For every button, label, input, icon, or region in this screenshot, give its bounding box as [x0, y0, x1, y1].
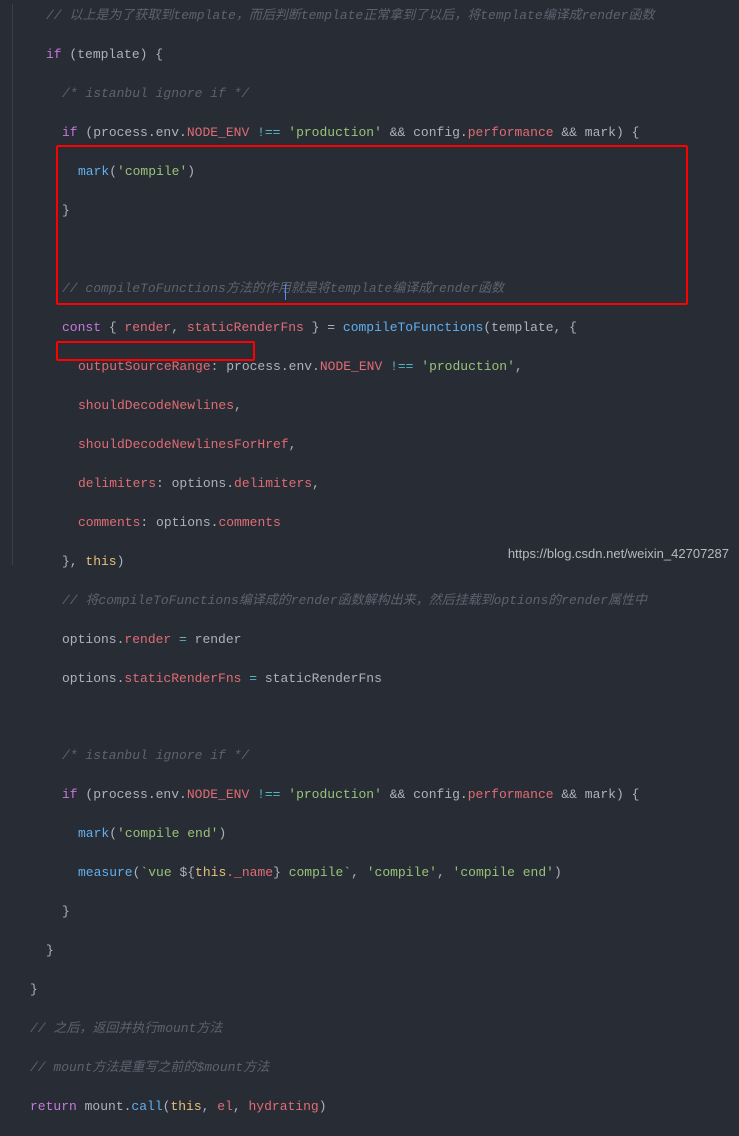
keyword-this: this [170, 1099, 201, 1114]
code: outputSourceRange [78, 359, 211, 374]
fn-call: call [131, 1099, 162, 1114]
code: && mark) { [554, 787, 640, 802]
code: ) [117, 554, 125, 569]
comment: // 之后，返回并执行mount方法 [30, 1021, 222, 1036]
watermark: https://blog.csdn.net/weixin_42707287 [508, 544, 729, 564]
brace: } [30, 982, 38, 997]
code: , [312, 476, 320, 491]
code: 'production' [288, 125, 382, 140]
code: } = [304, 320, 343, 335]
keyword-if: if [62, 787, 78, 802]
code: ._name [226, 865, 273, 880]
code: (template, { [483, 320, 577, 335]
comment: // 将compileToFunctions编译成的render函数解构出来，然… [62, 593, 647, 608]
code: NODE_ENV [187, 125, 249, 140]
code: render [124, 320, 171, 335]
code: !== [249, 125, 288, 140]
code: mount. [77, 1099, 132, 1114]
code: performance [468, 125, 554, 140]
code: = [241, 671, 264, 686]
brace: } [62, 904, 70, 919]
code: shouldDecodeNewlinesForHref [78, 437, 289, 452]
code: , [515, 359, 523, 374]
code: delimiters [234, 476, 312, 491]
code: , [289, 437, 297, 452]
code: 'compile' [117, 164, 187, 179]
blank-line [30, 240, 739, 259]
code: staticRenderFns [124, 671, 241, 686]
code: , [437, 865, 453, 880]
code: (process.env. [85, 787, 186, 802]
code: (process.env. [85, 125, 186, 140]
code: !== [249, 787, 288, 802]
code: = [171, 632, 194, 647]
keyword-if: if [62, 125, 78, 140]
comment: /* istanbul ignore if */ [62, 86, 249, 101]
fn-call: compileToFunctions [343, 320, 483, 335]
code: ( [133, 865, 141, 880]
comment: // 以上是为了获取到template，而后判断template正常拿到了以后，… [46, 8, 654, 23]
brace: } [46, 943, 54, 958]
keyword-const: const [62, 320, 101, 335]
code: 'compile' [367, 865, 437, 880]
fn-call: mark [78, 164, 109, 179]
code: 'compile end' [453, 865, 554, 880]
keyword-this: this [85, 554, 116, 569]
code: && config. [382, 125, 468, 140]
code: render [195, 632, 242, 647]
keyword-if: if [46, 47, 62, 62]
code: : options. [156, 476, 234, 491]
fn-call: mark [78, 826, 109, 841]
keyword-return: return [30, 1099, 77, 1114]
code: (template) { [69, 47, 163, 62]
code: { [101, 320, 124, 335]
code: shouldDecodeNewlines [78, 398, 234, 413]
code: 'compile end' [117, 826, 218, 841]
code: , [351, 865, 367, 880]
code: options. [62, 632, 124, 647]
code: comments [78, 515, 140, 530]
code: : process.env. [211, 359, 320, 374]
code: el [217, 1099, 233, 1114]
code: delimiters [78, 476, 156, 491]
code: && config. [382, 787, 468, 802]
code: staticRenderFns [187, 320, 304, 335]
code: } [273, 865, 281, 880]
code: 'production' [288, 787, 382, 802]
code: performance [468, 787, 554, 802]
comment: // compileToFunctions方法的作用就是将template编译成… [62, 281, 504, 296]
code: }, [62, 554, 85, 569]
fn-call: measure [78, 865, 133, 880]
code: NODE_ENV [187, 787, 249, 802]
keyword-this: this [195, 865, 226, 880]
code: hydrating [249, 1099, 319, 1114]
code: ) [319, 1099, 327, 1114]
code: render [124, 632, 171, 647]
comment: /* istanbul ignore if */ [62, 748, 249, 763]
code: : options. [140, 515, 218, 530]
code: ( [163, 1099, 171, 1114]
code: && mark) { [554, 125, 640, 140]
code: , [171, 320, 187, 335]
gutter [0, 0, 28, 569]
code: `vue [140, 865, 179, 880]
code: compile` [281, 865, 351, 880]
code: ${ [179, 865, 195, 880]
code-block: // 以上是为了获取到template，而后判断template正常拿到了以后，… [0, 6, 739, 1136]
code: comments [218, 515, 280, 530]
code: 'production' [421, 359, 515, 374]
code: , [234, 398, 242, 413]
comment: // mount方法是重写之前的$mount方法 [30, 1060, 269, 1075]
code: NODE_ENV [320, 359, 382, 374]
code: options. [62, 671, 124, 686]
code: ) [554, 865, 562, 880]
code: !== [382, 359, 421, 374]
blank-line [30, 708, 739, 727]
code: , [233, 1099, 249, 1114]
code: , [202, 1099, 218, 1114]
code: staticRenderFns [265, 671, 382, 686]
brace: } [62, 203, 70, 218]
text-caret [285, 284, 286, 300]
